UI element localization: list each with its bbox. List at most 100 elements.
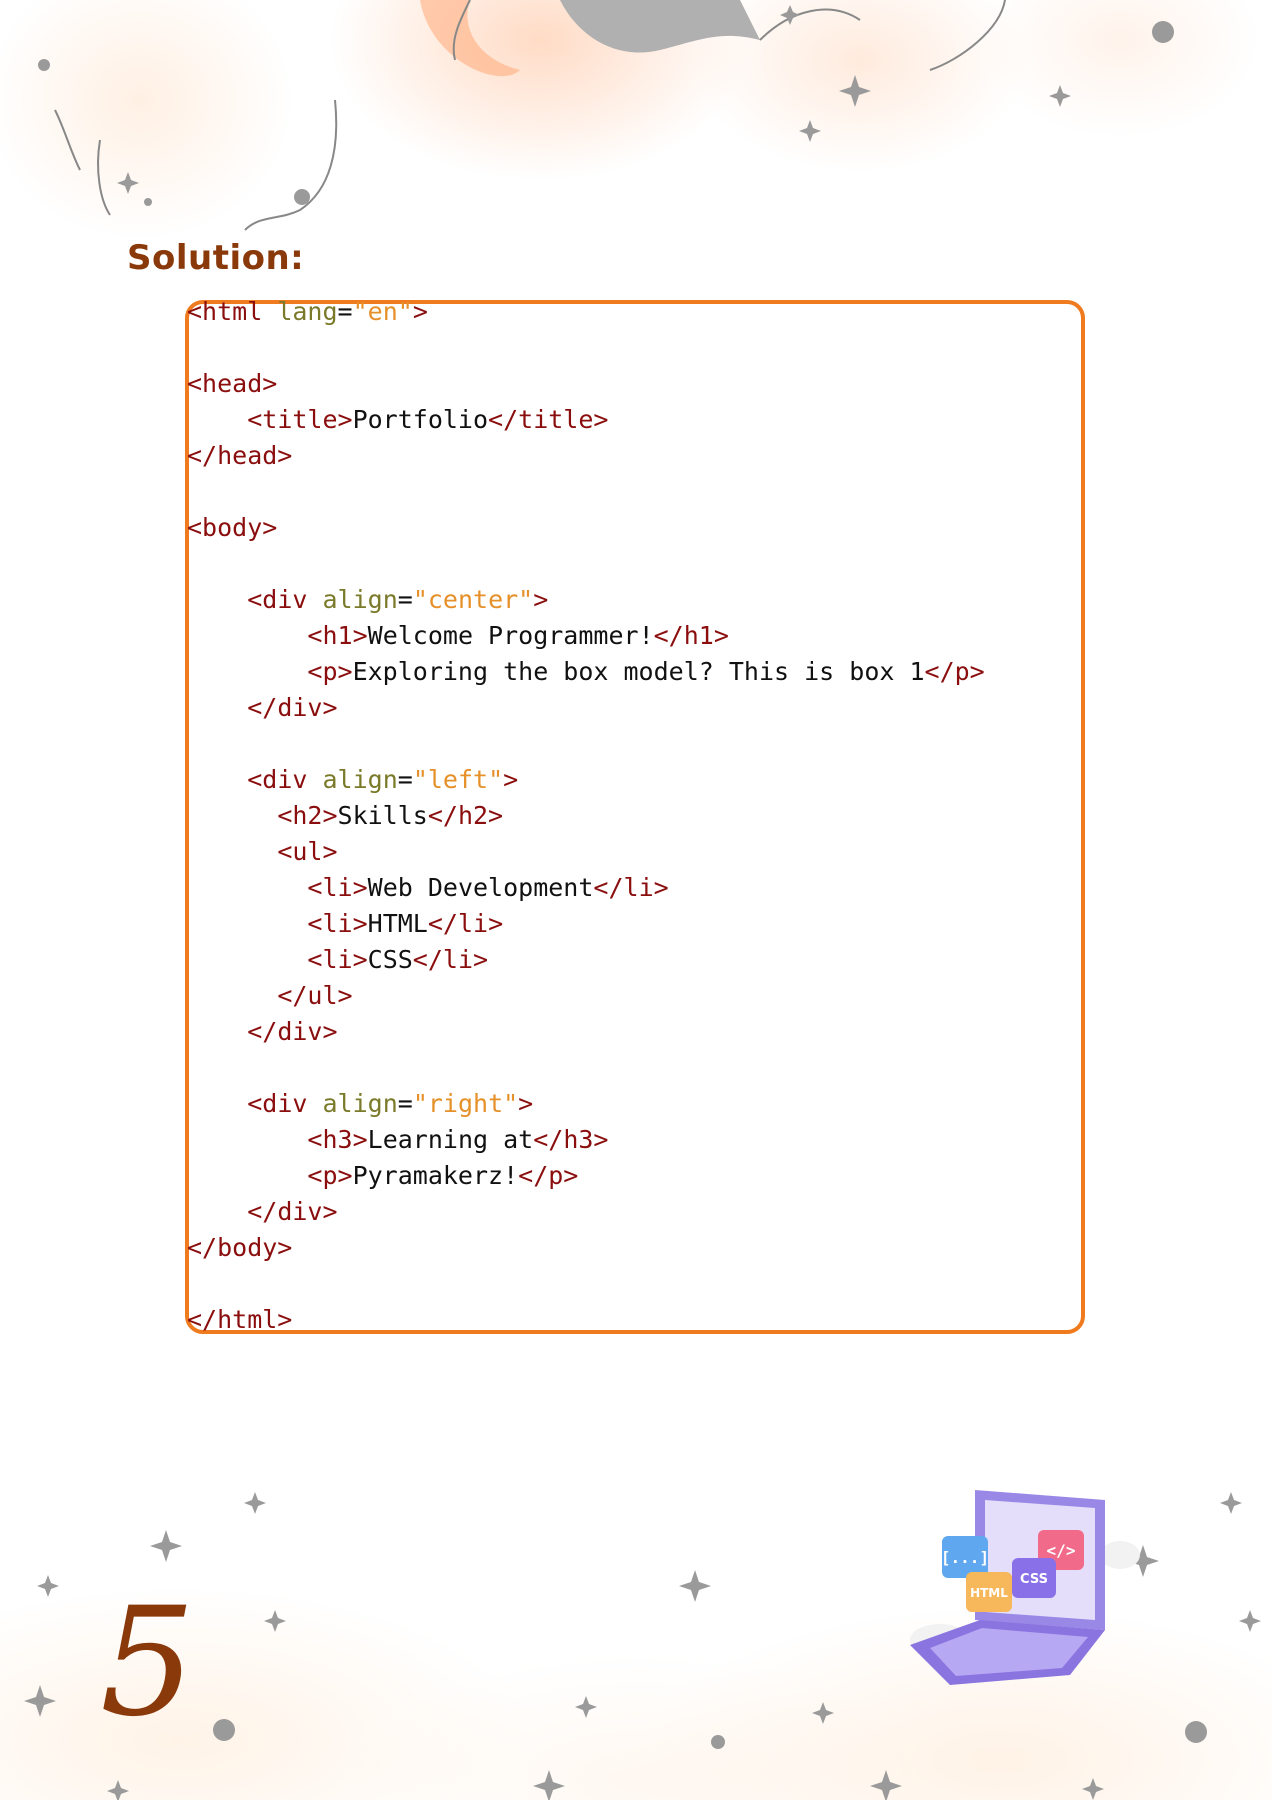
dot bbox=[1152, 21, 1174, 43]
swirl-line bbox=[97, 139, 111, 216]
swirl-line bbox=[54, 109, 81, 171]
code-line: </body> bbox=[187, 1230, 985, 1266]
svg-text:CSS: CSS bbox=[1020, 1572, 1048, 1587]
swirl-line bbox=[244, 99, 338, 231]
code-token: </p> bbox=[924, 657, 985, 686]
code-token: Portfolio bbox=[352, 405, 489, 434]
brackets-icon: [...] bbox=[941, 1536, 989, 1578]
code-token: = bbox=[397, 765, 413, 794]
svg-text:[...]: [...] bbox=[941, 1548, 989, 1567]
code-line: <li>HTML</li> bbox=[187, 906, 985, 942]
code-token: </html> bbox=[187, 1305, 293, 1334]
code-token: Skills bbox=[337, 801, 428, 830]
dot bbox=[144, 198, 152, 206]
code-token: </title> bbox=[488, 405, 609, 434]
code-token: lang bbox=[277, 297, 338, 326]
code-token: align bbox=[322, 765, 398, 794]
code-line: <p>Exploring the box model? This is box … bbox=[187, 654, 985, 690]
code-token: Learning at bbox=[367, 1125, 534, 1154]
code-token: </div> bbox=[247, 1197, 338, 1226]
code-token: > bbox=[503, 765, 519, 794]
code-token: <p> bbox=[307, 657, 353, 686]
code-token: Web Development bbox=[367, 873, 594, 902]
code-token: <li> bbox=[307, 909, 368, 938]
code-line: <body> bbox=[187, 510, 985, 546]
code-token: "en" bbox=[352, 297, 413, 326]
code-line: <h2>Skills</h2> bbox=[187, 798, 985, 834]
code-line: <div align="right"> bbox=[187, 1086, 985, 1122]
code-block: <html lang="en"> <head> <title>Portfolio<… bbox=[187, 294, 985, 1338]
code-token: align bbox=[322, 1089, 398, 1118]
code-token: <h1> bbox=[307, 621, 368, 650]
code-line: <ul> bbox=[187, 834, 985, 870]
code-line: <html lang="en"> bbox=[187, 294, 985, 330]
code-token: Exploring the box model? This is box 1 bbox=[352, 657, 925, 686]
code-token: </ul> bbox=[277, 981, 353, 1010]
swirl-line bbox=[929, 0, 1006, 71]
code-line: <div align="left"> bbox=[187, 762, 985, 798]
code-line: <h3>Learning at</h3> bbox=[187, 1122, 985, 1158]
code-line: </html> bbox=[187, 1302, 985, 1338]
code-token: "center" bbox=[412, 585, 534, 614]
dot bbox=[38, 59, 50, 71]
code-token: </body> bbox=[187, 1233, 293, 1262]
code-token: HTML bbox=[367, 909, 428, 938]
code-line: <li>CSS</li> bbox=[187, 942, 985, 978]
code-token: </li> bbox=[412, 945, 489, 974]
code-token: Welcome Programmer! bbox=[367, 621, 654, 650]
svg-text:HTML: HTML bbox=[970, 1586, 1008, 1600]
code-line: <div align="center"> bbox=[187, 582, 985, 618]
code-token: = bbox=[397, 1089, 413, 1118]
svg-text:</>: </> bbox=[1047, 1541, 1076, 1560]
code-token: <body> bbox=[187, 513, 278, 542]
code-token: </p> bbox=[518, 1161, 579, 1190]
code-token: </li> bbox=[593, 873, 669, 902]
code-token: <div bbox=[247, 765, 323, 794]
code-line: </ul> bbox=[187, 978, 985, 1014]
code-token: <h2> bbox=[277, 801, 338, 830]
code-token: <html bbox=[187, 297, 278, 326]
css-icon: CSS bbox=[1012, 1558, 1056, 1598]
code-token: <div bbox=[247, 1089, 323, 1118]
dot bbox=[294, 189, 310, 205]
code-token: <h3> bbox=[307, 1125, 368, 1154]
code-token: </li> bbox=[427, 909, 504, 938]
code-token: > bbox=[412, 297, 428, 326]
code-line: </div> bbox=[187, 690, 985, 726]
code-token: = bbox=[397, 585, 413, 614]
code-token: </h3> bbox=[533, 1125, 609, 1154]
dot bbox=[1185, 1721, 1207, 1743]
code-token: Pyramakerz! bbox=[352, 1161, 519, 1190]
code-token: </h1> bbox=[653, 621, 729, 650]
code-token: <li> bbox=[307, 873, 368, 902]
code-token: <p> bbox=[307, 1161, 353, 1190]
code-line: <li>Web Development</li> bbox=[187, 870, 985, 906]
code-token: <ul> bbox=[277, 837, 338, 866]
swirl-shape bbox=[420, 0, 520, 77]
dot bbox=[711, 1735, 725, 1749]
code-token: </h2> bbox=[427, 801, 504, 830]
code-line: </div> bbox=[187, 1194, 985, 1230]
code-token: > bbox=[518, 1089, 534, 1118]
code-line: </div> bbox=[187, 1014, 985, 1050]
code-token: align bbox=[322, 585, 398, 614]
code-line: </head> bbox=[187, 438, 985, 474]
laptop-illustration: [...] </> CSS HTML bbox=[910, 1490, 1140, 1685]
